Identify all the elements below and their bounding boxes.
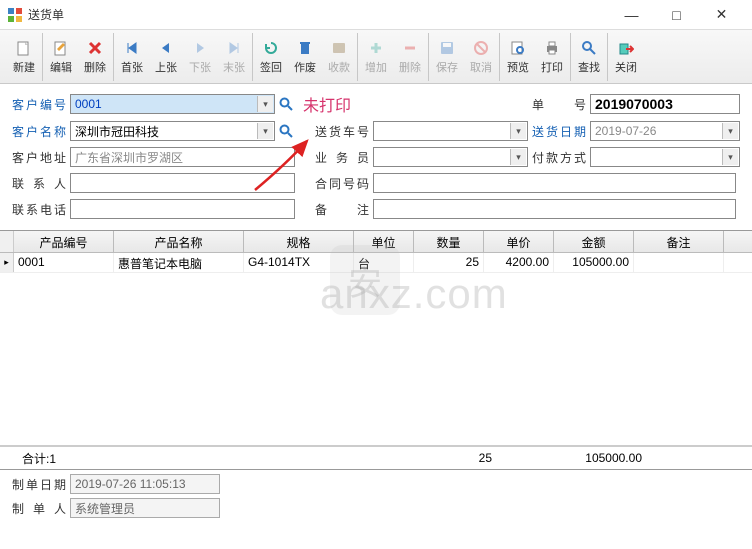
- add-button: 增加: [362, 37, 390, 77]
- car-no-select[interactable]: ▾: [373, 121, 528, 141]
- last-icon: [225, 39, 243, 57]
- chevron-down-icon: ▾: [722, 149, 738, 165]
- next-icon: [191, 39, 209, 57]
- label-contact: 联 系 人: [12, 175, 70, 192]
- summary-qty: 25: [422, 451, 492, 465]
- minimize-button[interactable]: —: [609, 1, 654, 29]
- next-button: 下张: [186, 37, 214, 77]
- col-remark[interactable]: 备注: [634, 231, 724, 252]
- label-contractno: 合同号码: [315, 175, 373, 192]
- search-icon: [580, 39, 598, 57]
- col-spec[interactable]: 规格: [244, 231, 354, 252]
- label-custname: 客户名称: [12, 123, 70, 140]
- summary-count: 1: [49, 452, 56, 466]
- label-custaddr: 客户地址: [12, 149, 70, 166]
- col-amount[interactable]: 金额: [554, 231, 634, 252]
- product-grid: 产品编号 产品名称 规格 单位 数量 单价 金额 备注 ▸0001惠普笔记本电脑…: [0, 231, 752, 446]
- label-orderno: 单 号: [532, 96, 590, 113]
- void-icon: [296, 39, 314, 57]
- makedate-input: [70, 474, 220, 494]
- prev-icon: [157, 39, 175, 57]
- search-button[interactable]: 查找: [575, 37, 603, 77]
- first-icon: [123, 39, 141, 57]
- receive-button: 收款: [325, 37, 353, 77]
- toolbar: 新建编辑删除首张上张下张末张签回作废收款增加删除保存取消预览打印查找关闭: [0, 30, 752, 84]
- customer-addr-input[interactable]: [70, 147, 295, 167]
- delete-button[interactable]: 删除: [81, 37, 109, 77]
- contact-input[interactable]: [70, 173, 295, 193]
- window-title: 送货单: [28, 6, 609, 23]
- first-button[interactable]: 首张: [118, 37, 146, 77]
- label-carno: 送货车号: [315, 123, 373, 140]
- col-code[interactable]: 产品编号: [14, 231, 114, 252]
- col-unit[interactable]: 单位: [354, 231, 414, 252]
- remove-icon: [401, 39, 419, 57]
- label-custno: 客户编号: [12, 96, 70, 113]
- chevron-down-icon: ▾: [722, 123, 738, 139]
- preview-button[interactable]: 预览: [504, 37, 532, 77]
- close-icon: [617, 39, 635, 57]
- remark-input[interactable]: [373, 199, 736, 219]
- label-maker: 制 单 人: [12, 500, 70, 517]
- chevron-down-icon: ▾: [510, 123, 526, 139]
- label-makedate: 制单日期: [12, 476, 70, 493]
- order-no-input[interactable]: [590, 94, 740, 114]
- row-marker-icon: ▸: [0, 253, 14, 272]
- new-button[interactable]: 新建: [10, 37, 38, 77]
- app-icon: [8, 8, 22, 22]
- edit-icon: [52, 39, 70, 57]
- new-icon: [15, 39, 33, 57]
- col-price[interactable]: 单价: [484, 231, 554, 252]
- label-paymethod: 付款方式: [532, 149, 590, 166]
- last-button: 末张: [220, 37, 248, 77]
- save-icon: [438, 39, 456, 57]
- phone-input[interactable]: [70, 199, 295, 219]
- customer-name-select[interactable]: 深圳市冠田科技 ▾: [70, 121, 275, 141]
- label-salesman: 业 务 员: [315, 149, 373, 166]
- chevron-down-icon: ▾: [510, 149, 526, 165]
- summary-label: 合计:: [22, 452, 49, 466]
- add-icon: [367, 39, 385, 57]
- customer-name-value: 深圳市冠田科技: [75, 123, 159, 140]
- summary-amount: 105000.00: [562, 451, 642, 465]
- cancel-button: 取消: [467, 37, 495, 77]
- print-icon: [543, 39, 561, 57]
- form-area: 客户编号 0001 ▾ 未打印 单 号 客户名称 深圳市冠田科技 ▾ 送货车号 …: [0, 84, 752, 231]
- maker-input: [70, 498, 220, 518]
- summary-row: 合计:1 25 105000.00: [0, 446, 752, 470]
- preview-icon: [509, 39, 527, 57]
- print-button[interactable]: 打印: [538, 37, 566, 77]
- delete-icon: [86, 39, 104, 57]
- cancel-icon: [472, 39, 490, 57]
- close-button[interactable]: 关闭: [612, 37, 640, 77]
- close-button[interactable]: ✕: [699, 1, 744, 29]
- customer-no-value: 0001: [75, 97, 102, 111]
- label-deliverdate: 送货日期: [532, 123, 590, 140]
- signback-icon: [262, 39, 280, 57]
- table-row[interactable]: ▸0001惠普笔记本电脑G4-1014TX台254200.00105000.00: [0, 253, 752, 273]
- print-status: 未打印: [303, 92, 351, 116]
- footer-area: 制单日期 制 单 人: [0, 470, 752, 526]
- contract-no-input[interactable]: [373, 173, 736, 193]
- chevron-down-icon: ▾: [257, 123, 273, 139]
- receive-icon: [330, 39, 348, 57]
- label-phone: 联系电话: [12, 201, 70, 218]
- salesman-select[interactable]: ▾: [373, 147, 528, 167]
- signback-button[interactable]: 签回: [257, 37, 285, 77]
- maximize-button[interactable]: □: [654, 1, 699, 29]
- search-icon-custname[interactable]: [277, 122, 295, 140]
- search-icon-custno[interactable]: [277, 95, 295, 113]
- customer-no-select[interactable]: 0001 ▾: [70, 94, 275, 114]
- save-button: 保存: [433, 37, 461, 77]
- paymethod-select[interactable]: ▾: [590, 147, 740, 167]
- label-remark: 备 注: [315, 201, 373, 218]
- remove-button: 删除: [396, 37, 424, 77]
- void-button[interactable]: 作废: [291, 37, 319, 77]
- col-qty[interactable]: 数量: [414, 231, 484, 252]
- prev-button[interactable]: 上张: [152, 37, 180, 77]
- chevron-down-icon: ▾: [257, 96, 273, 112]
- edit-button[interactable]: 编辑: [47, 37, 75, 77]
- col-name[interactable]: 产品名称: [114, 231, 244, 252]
- deliver-date-select[interactable]: 2019-07-26▾: [590, 121, 740, 141]
